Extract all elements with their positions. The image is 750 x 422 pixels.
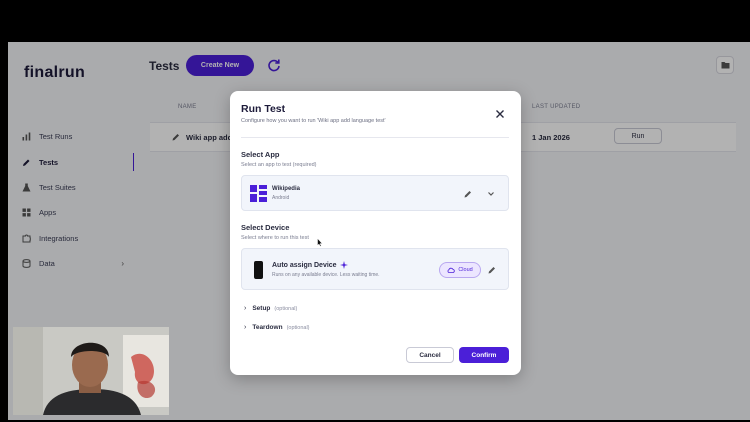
app-name: Wikipedia	[272, 186, 300, 192]
cloud-icon	[447, 267, 455, 273]
device-selector[interactable]: Auto assign Device Runs on any available…	[241, 248, 509, 290]
app-platform: Android	[272, 195, 290, 201]
select-device-title: Select Device	[241, 223, 290, 232]
video-frame: finalrun Test Runs Tests Test Suites App…	[0, 0, 750, 422]
teardown-label: Teardown	[252, 324, 283, 331]
dialog-subtitle: Configure how you want to run 'Wiki app …	[241, 118, 386, 124]
device-name: Auto assign Device	[272, 262, 337, 269]
cancel-button[interactable]: Cancel	[406, 347, 454, 363]
setup-label: Setup	[252, 305, 271, 312]
app-selector[interactable]: Wikipedia Android	[241, 175, 509, 211]
confirm-button[interactable]: Confirm	[459, 347, 509, 363]
cloud-badge-label: Cloud	[458, 267, 473, 273]
select-app-subtitle: Select an app to test (required)	[241, 162, 317, 168]
setup-toggle[interactable]: › Setup (optional)	[244, 305, 297, 312]
chevron-right-icon: ›	[244, 324, 247, 331]
select-device-subtitle: Select where to run this test	[241, 235, 309, 241]
chevron-down-icon[interactable]	[487, 190, 495, 198]
dialog-title: Run Test	[241, 103, 286, 115]
webcam-overlay	[13, 327, 169, 415]
chevron-right-icon: ›	[244, 305, 247, 312]
cloud-badge[interactable]: Cloud	[439, 262, 481, 278]
edit-icon[interactable]	[488, 266, 496, 274]
mouse-cursor-icon	[317, 238, 323, 247]
phone-icon	[254, 261, 263, 279]
edit-icon[interactable]	[464, 190, 472, 198]
run-test-dialog: Run Test Configure how you want to run '…	[230, 91, 521, 375]
sparkle-icon	[340, 261, 348, 269]
wikipedia-app-icon	[250, 185, 267, 202]
close-icon[interactable]	[495, 109, 505, 119]
device-description: Runs on any available device. Less waiti…	[272, 272, 380, 278]
select-app-title: Select App	[241, 150, 280, 159]
divider	[241, 137, 509, 138]
setup-optional: (optional)	[274, 305, 298, 312]
presenter-video	[13, 327, 169, 415]
teardown-optional: (optional)	[286, 324, 310, 331]
teardown-toggle[interactable]: › Teardown (optional)	[244, 324, 310, 331]
